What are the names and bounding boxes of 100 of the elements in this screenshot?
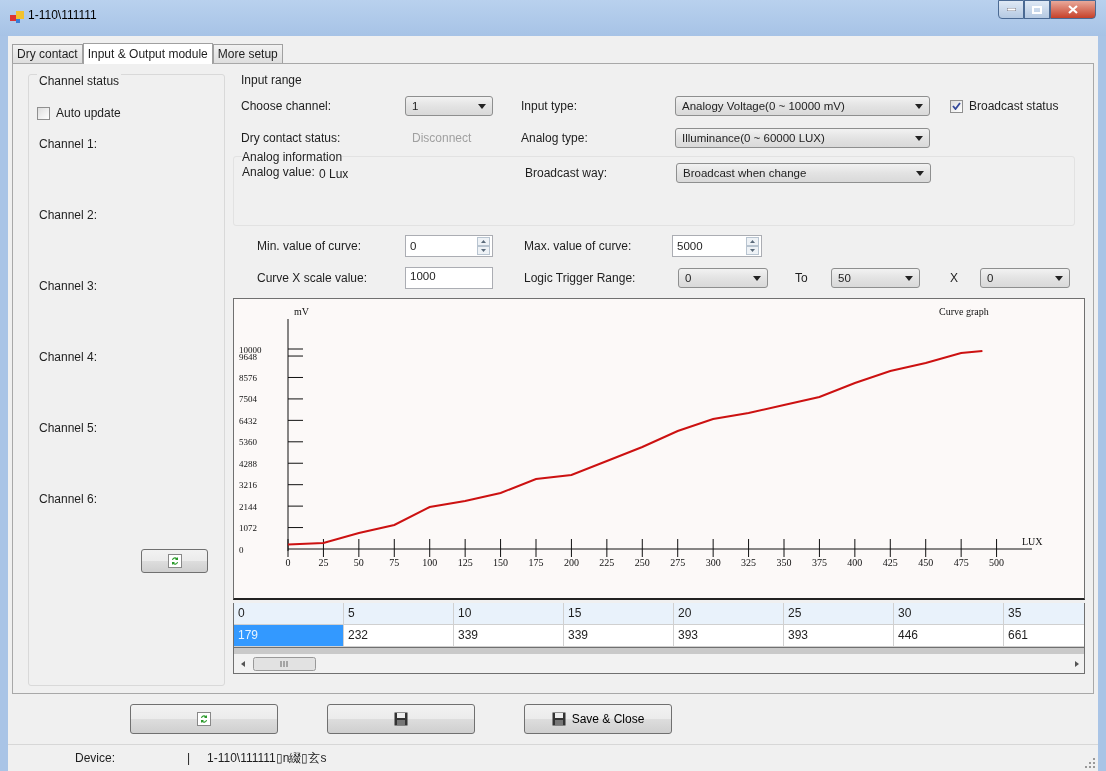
tick-label: 100: [422, 557, 438, 568]
spin-up-button[interactable]: [746, 237, 759, 246]
refresh-icon: [197, 712, 211, 727]
dropdown[interactable]: Illuminance(0 ~ 60000 LUX): [675, 128, 930, 148]
tick-label: 4288: [239, 458, 257, 469]
caret-icon: [905, 275, 913, 281]
spin-down-button[interactable]: [477, 246, 490, 255]
dropdown[interactable]: 1: [405, 96, 493, 116]
dropdown[interactable]: 0: [678, 268, 768, 288]
tick-label: 25: [318, 557, 329, 568]
tab[interactable]: Input & Output module: [82, 43, 213, 64]
column-header[interactable]: 25: [784, 603, 894, 625]
tick-label: 275: [670, 557, 686, 568]
field-label: To: [795, 271, 809, 285]
column-header[interactable]: 10: [454, 603, 564, 625]
field-label: Max. value of curve:: [524, 239, 633, 253]
device-name: 1-110\111111▯n綴▯玄s: [207, 749, 327, 767]
tick-label: 75: [389, 557, 400, 568]
field-label: Dry contact status:: [241, 131, 342, 145]
dropdown[interactable]: 50: [831, 268, 920, 288]
field-label: Min. value of curve:: [257, 239, 363, 253]
caret-icon: [753, 275, 761, 281]
column-header[interactable]: 35: [1004, 603, 1084, 625]
tick-label: 225: [599, 557, 615, 568]
field-label: Curve X scale value:: [257, 271, 369, 285]
tick-label: 200: [563, 557, 579, 568]
tick-label: 3216: [239, 480, 257, 491]
field-label: Choose channel:: [241, 99, 333, 113]
tick-label: 325: [741, 557, 757, 568]
up-arrow-icon: [481, 240, 486, 243]
refresh-button[interactable]: [130, 704, 278, 735]
tick-label: 500: [989, 557, 1005, 568]
tick-label: 7504: [239, 394, 257, 405]
channel-label: Channel 4:: [39, 350, 99, 364]
checkmark-icon: [952, 102, 961, 110]
checkbox[interactable]: [950, 99, 963, 113]
checkbox[interactable]: [37, 106, 50, 120]
checkbox-label[interactable]: Auto update: [56, 106, 121, 120]
dropdown[interactable]: Broadcast when change: [676, 163, 931, 183]
down-arrow-icon: [750, 249, 755, 252]
tick-label: 475: [953, 557, 969, 568]
maximize-icon: [1032, 5, 1042, 14]
axis-unit: LUX: [1022, 536, 1043, 547]
tick-label: 425: [882, 557, 898, 568]
tick-label: 125: [457, 557, 473, 568]
window-title: 1-110\111111: [28, 8, 97, 22]
tick-label: 6432: [239, 415, 257, 426]
number-field[interactable]: 5000: [672, 235, 762, 257]
close-button[interactable]: [1050, 0, 1096, 19]
spin-up-button[interactable]: [477, 237, 490, 246]
column-header[interactable]: 30: [894, 603, 1004, 625]
tick-label: 8576: [239, 373, 257, 383]
tick-label: 175: [528, 557, 544, 568]
caret-icon: [915, 103, 923, 109]
tick-label: 400: [847, 557, 863, 568]
field-label: Input type:: [521, 99, 579, 113]
text-field[interactable]: 1000: [405, 267, 493, 289]
group-title: Analog information: [242, 150, 343, 164]
group-title: Channel status: [37, 74, 122, 88]
status-label: Device:: [75, 751, 116, 765]
refresh-button[interactable]: [141, 549, 208, 573]
status-value: Disconnect: [411, 131, 473, 145]
dropdown[interactable]: Analogy Voltage(0 ~ 10000 mV): [675, 96, 930, 116]
caret-icon: [1055, 275, 1063, 281]
dropdown[interactable]: 0: [980, 268, 1070, 288]
spin-down-button[interactable]: [746, 246, 759, 255]
group-title: Input range: [239, 73, 304, 87]
tick-label: 300: [705, 557, 721, 568]
axis-unit: mV: [294, 306, 309, 317]
tick-label: 375: [811, 557, 827, 568]
tick-label: 250: [634, 557, 650, 568]
tab[interactable]: Dry contact: [12, 44, 83, 63]
field-value: 5000: [677, 240, 703, 252]
tick-label: 2144: [239, 501, 257, 512]
chart-title: Curve graph: [939, 306, 989, 317]
save-button[interactable]: [327, 704, 475, 735]
column-header[interactable]: 5: [344, 603, 454, 625]
number-field[interactable]: 0: [405, 235, 493, 257]
tick-label: 350: [776, 557, 792, 568]
save-button[interactable]: Save & Close: [524, 704, 672, 735]
caret-icon: [915, 135, 923, 141]
field-value: 0: [410, 240, 417, 252]
tab[interactable]: More setup: [212, 44, 283, 63]
field-label: Analog type:: [521, 131, 589, 145]
column-header[interactable]: 15: [564, 603, 674, 625]
column-header[interactable]: 20: [674, 603, 784, 625]
maximize-button[interactable]: [1024, 0, 1050, 19]
channel-label: Channel 2:: [39, 208, 99, 222]
checkbox-label[interactable]: Broadcast status: [969, 99, 1059, 113]
tick-label: 5360: [239, 437, 257, 448]
tick-label: 150: [493, 557, 509, 568]
tick-label: 0: [285, 557, 291, 568]
column-header[interactable]: 0: [234, 603, 344, 625]
up-arrow-icon: [750, 240, 755, 243]
minimize-button[interactable]: [998, 0, 1024, 19]
field-label: X: [950, 271, 959, 285]
status-separator: |: [187, 751, 192, 765]
tick-label: 1072: [239, 523, 257, 534]
close-icon: [1068, 5, 1078, 14]
down-arrow-icon: [481, 249, 486, 252]
